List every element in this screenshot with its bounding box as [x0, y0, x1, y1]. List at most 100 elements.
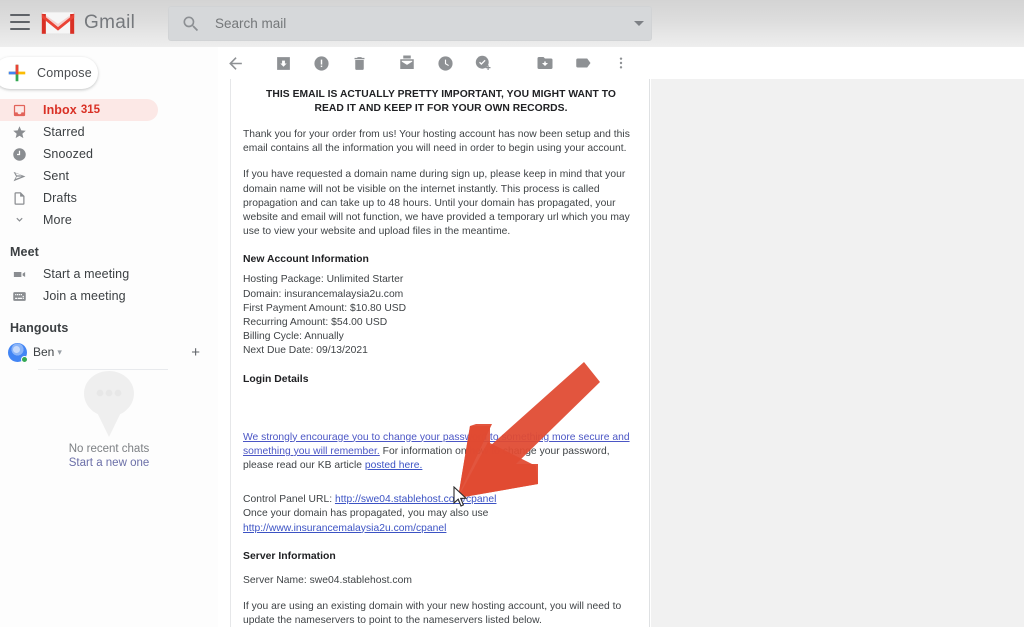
- email-toolbar: [218, 47, 1024, 79]
- sidebar-item-drafts[interactable]: Drafts: [0, 187, 218, 209]
- search-input[interactable]: [215, 16, 626, 31]
- new-hangout-plus-icon[interactable]: +: [191, 344, 200, 361]
- folder-move-icon: [537, 57, 553, 69]
- detail-next-due-date: Next Due Date: 09/13/2021: [243, 345, 368, 357]
- add-task-icon: [475, 55, 491, 71]
- inbox-icon: [10, 101, 28, 119]
- online-status-dot: [21, 355, 28, 363]
- email-reading-pane: THIS EMAIL IS ACTUALLY PRETTY IMPORTANT,…: [230, 79, 650, 627]
- add-to-tasks-button[interactable]: [466, 48, 500, 78]
- detail-recurring-amount: Recurring Amount: $54.00 USD: [243, 317, 388, 329]
- email-headline: THIS EMAIL IS ACTUALLY PRETTY IMPORTANT,…: [266, 89, 616, 114]
- trash-icon: [354, 56, 364, 70]
- new-account-information-heading: New Account Information: [243, 254, 369, 266]
- hangouts-empty-state: No recent chats Start a new one: [0, 367, 218, 469]
- report-spam-icon: [313, 55, 329, 71]
- sidebar-item-label: Drafts: [43, 191, 77, 205]
- sidebar-item-join-a-meeting[interactable]: Join a meeting: [0, 285, 218, 307]
- report-spam-button[interactable]: [304, 48, 338, 78]
- plus-icon: [8, 64, 26, 82]
- sidebar-item-label: Inbox: [43, 103, 77, 117]
- gmail-logo[interactable]: Gmail: [40, 9, 135, 37]
- star-icon: [10, 123, 28, 141]
- mail-unread-icon: [400, 55, 414, 69]
- move-to-button[interactable]: [528, 48, 562, 78]
- sidebar-item-more[interactable]: More: [0, 209, 218, 231]
- detail-billing-cycle: Billing Cycle: Annually: [243, 331, 344, 343]
- archive-button[interactable]: [266, 48, 300, 78]
- gmail-wordmark: Gmail: [84, 12, 136, 33]
- hangouts-user-name: Ben: [33, 345, 55, 359]
- search-bar[interactable]: [168, 6, 652, 41]
- search-icon: [183, 16, 199, 31]
- detail-domain: Domain: insurancemalaysia2u.com: [243, 288, 404, 300]
- archive-icon: [276, 56, 290, 70]
- back-to-inbox-button[interactable]: [218, 48, 252, 78]
- chevron-down-icon: [10, 211, 28, 229]
- reading-pane-gutter: [651, 79, 1024, 627]
- server-information-heading: Server Information: [243, 550, 336, 562]
- sidebar-item-label: Start a meeting: [43, 267, 130, 281]
- sidebar-nav-list: Inbox 315 Starred Snoozed Sent Drafts Mo…: [0, 99, 218, 370]
- search-options-icon[interactable]: [626, 6, 652, 41]
- hangouts-user-row[interactable]: Ben ▾ +: [0, 339, 218, 365]
- delete-button[interactable]: [342, 48, 376, 78]
- more-options-button[interactable]: [604, 48, 638, 78]
- compose-button[interactable]: Compose: [0, 57, 98, 89]
- avatar: [8, 342, 28, 363]
- hamburger-icon[interactable]: [10, 14, 30, 30]
- sidebar-item-sent[interactable]: Sent: [0, 165, 218, 187]
- start-a-new-chat-link[interactable]: Start a new one: [69, 457, 150, 469]
- sidebar-item-label: Snoozed: [43, 147, 94, 161]
- chat-bubble-icon: [84, 371, 134, 437]
- top-bar: Gmail: [0, 0, 1024, 47]
- inbox-unread-count: 315: [80, 104, 100, 116]
- sidebar-item-label: Sent: [43, 169, 70, 183]
- server-name-text: Server Name: swe04.stablehost.com: [243, 574, 412, 586]
- login-details-heading: Login Details: [243, 373, 309, 385]
- control-panel-url-row: Control Panel URL: http://swe04.stableho…: [243, 493, 639, 507]
- propagated-note-text: Once your domain has propagated, you may…: [243, 508, 489, 520]
- snooze-button[interactable]: [428, 48, 462, 78]
- sidebar-item-label: Join a meeting: [43, 289, 126, 303]
- email-body: THIS EMAIL IS ACTUALLY PRETTY IMPORTANT,…: [243, 79, 639, 627]
- meet-section-title: Meet: [10, 245, 39, 259]
- new-account-details-list: Hosting Package: Unlimited Starter Domai…: [243, 273, 639, 358]
- arrow-left-icon: [228, 56, 242, 70]
- sidebar-item-inbox[interactable]: Inbox 315: [0, 99, 158, 121]
- compose-label: Compose: [37, 66, 92, 80]
- gmail-window: Gmail Compose: [0, 0, 1024, 627]
- control-panel-label: Control Panel URL:: [243, 494, 335, 506]
- email-paragraph-1: Thank you for your order from us! Your h…: [243, 129, 630, 155]
- sidebar-item-snoozed[interactable]: Snoozed: [0, 143, 218, 165]
- gmail-logo-icon: [40, 11, 76, 35]
- control-panel-url-link[interactable]: http://swe04.stablehost.com/cpanel: [335, 494, 497, 505]
- sidebar-item-label: Starred: [43, 125, 85, 139]
- kb-article-link[interactable]: posted here.: [365, 460, 423, 471]
- main-content: THIS EMAIL IS ACTUALLY PRETTY IMPORTANT,…: [218, 47, 1024, 627]
- detail-hosting-package: Hosting Package: Unlimited Starter: [243, 274, 404, 286]
- detail-first-payment: First Payment Amount: $10.80 USD: [243, 302, 407, 314]
- email-paragraph-2: If you have requested a domain name duri…: [243, 169, 630, 238]
- clock-icon: [10, 145, 28, 163]
- keyboard-icon: [10, 287, 28, 305]
- propagated-note-row: Once your domain has propagated, you may…: [243, 507, 639, 535]
- label-icon: [576, 58, 591, 68]
- chevron-down-icon[interactable]: ▾: [57, 347, 62, 358]
- mark-unread-button[interactable]: [390, 48, 424, 78]
- labels-button[interactable]: [566, 48, 600, 78]
- password-notice: We strongly encourage you to change your…: [243, 431, 639, 474]
- sidebar-item-starred[interactable]: Starred: [0, 121, 218, 143]
- sidebar-item-start-a-meeting[interactable]: Start a meeting: [0, 263, 218, 285]
- hangouts-section-title: Hangouts: [10, 321, 69, 335]
- video-camera-icon: [10, 265, 28, 283]
- send-icon: [10, 167, 28, 185]
- more-vertical-icon: [619, 57, 623, 69]
- no-recent-chats-text: No recent chats: [68, 443, 150, 455]
- alternate-cpanel-url-link[interactable]: http://www.insurancemalaysia2u.com/cpane…: [243, 523, 446, 534]
- nameserver-note: If you are using an existing domain with…: [243, 601, 622, 627]
- clock-icon: [437, 55, 453, 71]
- sidebar: Compose Inbox 315 Starred Snoozed Sent D…: [0, 47, 218, 627]
- sidebar-item-label: More: [43, 213, 72, 227]
- draft-icon: [10, 189, 28, 207]
